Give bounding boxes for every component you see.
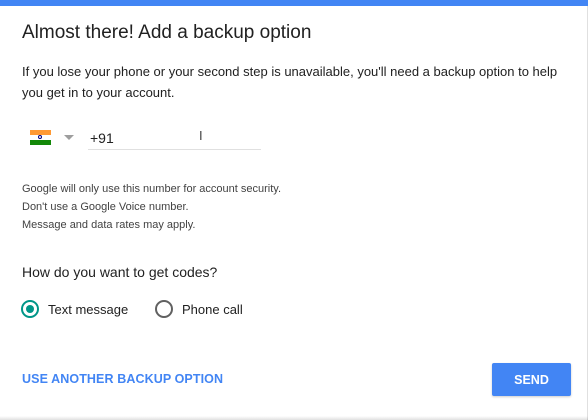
voice-number-note: Don't use a Google Voice number. xyxy=(22,201,189,213)
country-code-selector[interactable] xyxy=(30,126,80,148)
use-another-backup-option-link[interactable]: USE ANOTHER BACKUP OPTION xyxy=(22,372,223,386)
security-note: Google will only use this number for acc… xyxy=(22,183,282,195)
phone-call-radio[interactable]: Phone call xyxy=(155,299,243,319)
card-bottom-shadow xyxy=(0,416,588,420)
text-message-label: Text message xyxy=(48,301,129,317)
radio-checked-icon xyxy=(21,300,39,318)
text-cursor-icon: I xyxy=(199,128,203,143)
text-message-radio[interactable]: Text message xyxy=(21,299,128,319)
caret-down-icon xyxy=(64,134,74,140)
top-accent-bar xyxy=(0,0,588,6)
india-flag-icon xyxy=(30,129,51,145)
page-title: Almost there! Add a backup option xyxy=(22,22,312,43)
phone-call-label: Phone call xyxy=(182,301,243,317)
page-description: If you lose your phone or your second st… xyxy=(22,64,558,100)
rates-note: Message and data rates may apply. xyxy=(22,219,196,231)
send-button[interactable]: SEND xyxy=(492,363,571,396)
codes-question: How do you want to get codes? xyxy=(22,264,218,280)
radio-unchecked-icon xyxy=(155,300,173,318)
phone-number-input[interactable] xyxy=(88,126,261,150)
